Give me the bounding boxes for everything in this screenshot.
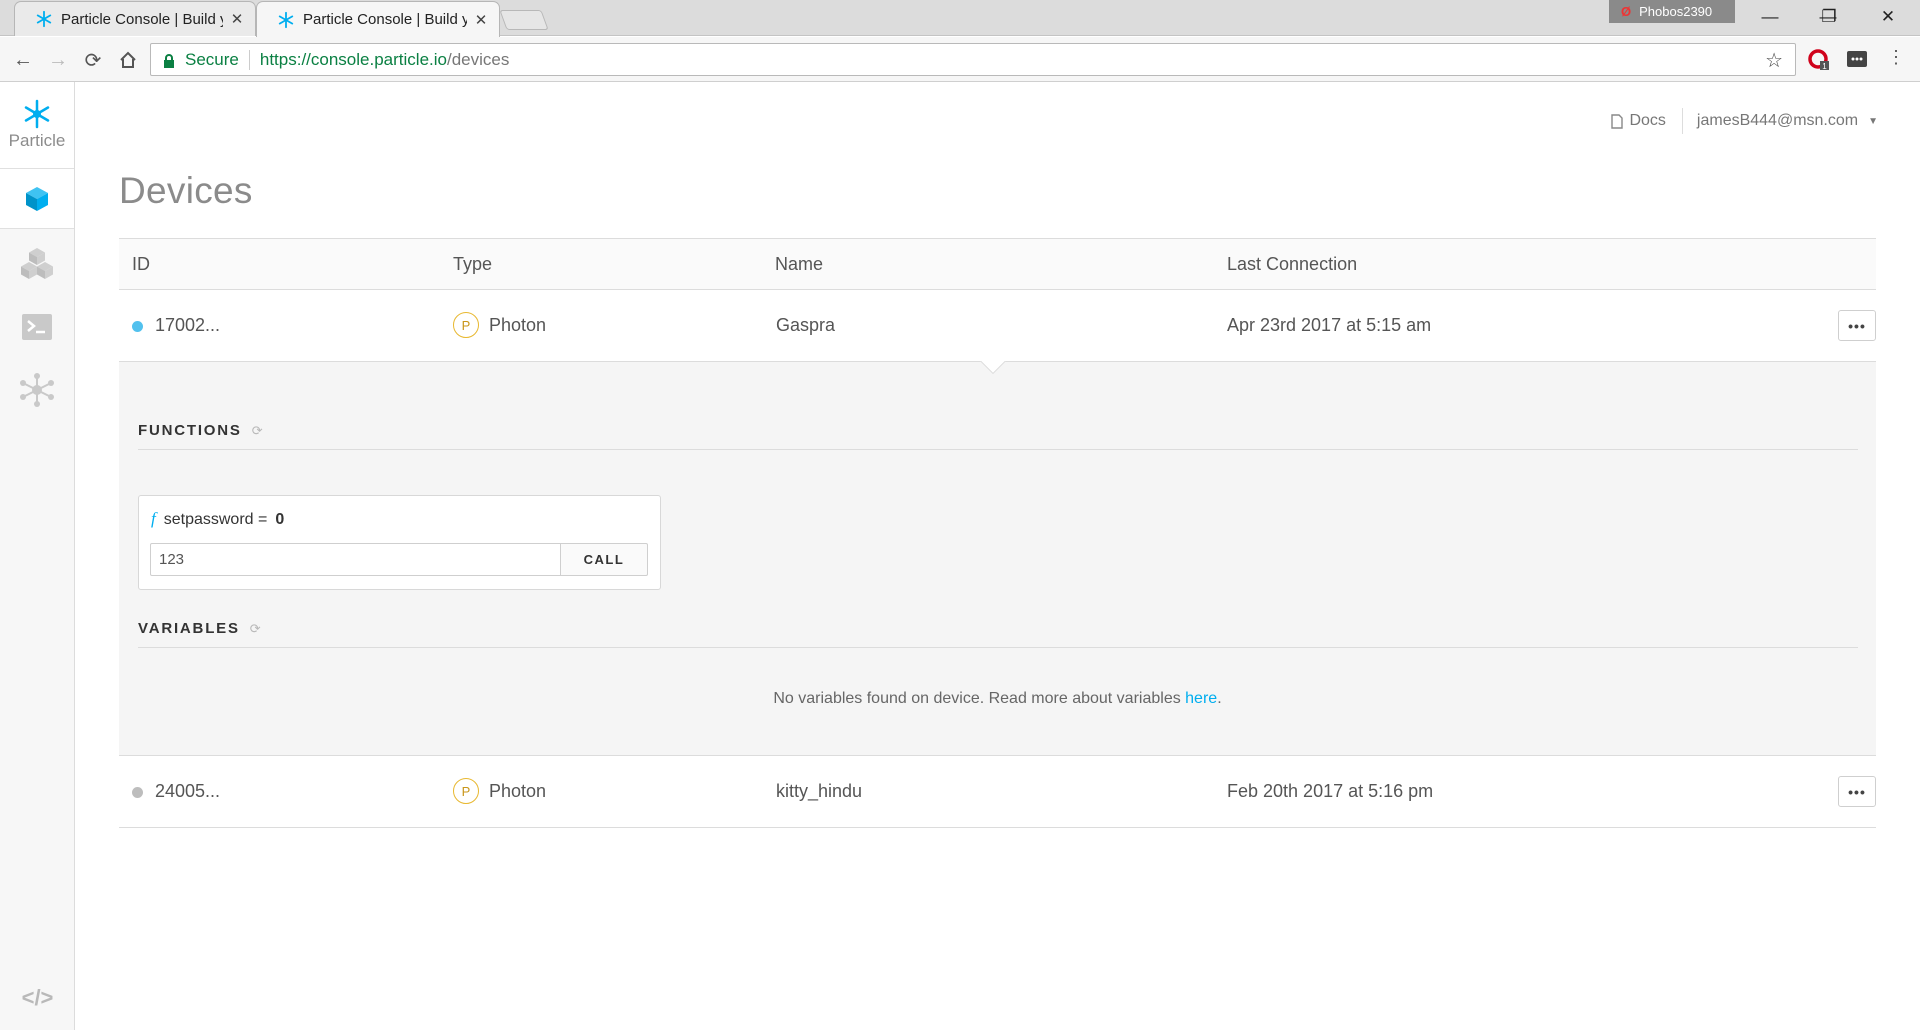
call-function-button[interactable]: CALL	[560, 543, 648, 576]
account-header: Docs jamesB444@msn.com ▼	[1611, 108, 1878, 134]
column-header-last-connection: Last Connection	[1227, 254, 1358, 274]
details-pointer	[979, 361, 1007, 375]
network-hub-icon	[20, 372, 54, 407]
profile-icon: Ø	[1621, 4, 1632, 19]
variables-heading: VARIABLES	[138, 620, 240, 637]
table-row[interactable]: 17002... P Photon Gaspra Apr 23rd 2017 a…	[119, 290, 1876, 362]
browser-toolbar: ← → ⟳ Secure https://console.particle.io…	[0, 37, 1920, 82]
tab-close-icon[interactable]: ✕	[473, 11, 489, 29]
functions-section-header: FUNCTIONS ⟳	[138, 422, 1858, 450]
browser-tab-active[interactable]: Particle Console | Build y ✕	[256, 1, 500, 37]
user-email: jamesB444@msn.com	[1696, 112, 1859, 129]
device-type-label: Photon	[489, 314, 547, 335]
sidebar-item-devices[interactable]	[0, 169, 74, 229]
particle-star-icon	[24, 99, 50, 129]
code-embed-icon[interactable]: </>	[0, 978, 75, 1018]
photon-badge-icon: P	[453, 778, 479, 804]
device-details-panel: FUNCTIONS ⟳ f setpassword = 0 CALL VARIA…	[119, 362, 1876, 756]
last-connection: Feb 20th 2017 at 5:16 pm	[1227, 781, 1434, 801]
caret-down-icon: ▼	[1868, 115, 1878, 127]
tab-close-icon[interactable]: ✕	[229, 10, 245, 28]
status-dot	[132, 321, 143, 332]
device-id: 24005...	[155, 781, 221, 801]
table-row[interactable]: 24005... P Photon kitty_hindu Feb 20th 2…	[119, 756, 1876, 828]
browser-tab[interactable]: Particle Console | Build y ✕	[14, 1, 256, 36]
function-argument-input[interactable]	[150, 543, 561, 576]
brand-name: Particle	[8, 131, 66, 150]
refresh-icon[interactable]: ⟳	[250, 621, 261, 637]
restore-icon: ❐	[1821, 7, 1837, 26]
no-variables-text: No variables found on device. Read more …	[773, 690, 1186, 707]
page-title: Devices	[119, 170, 253, 211]
variables-docs-link[interactable]: here	[1185, 690, 1217, 707]
lock-icon	[163, 53, 175, 68]
forward-arrow-icon[interactable]: →	[43, 45, 73, 75]
column-header-name: Name	[775, 254, 824, 274]
more-options-button[interactable]: •••	[1838, 310, 1876, 341]
particle-logo[interactable]: Particle	[0, 82, 74, 169]
last-connection: Apr 23rd 2017 at 5:15 am	[1227, 315, 1432, 335]
device-name: kitty_hindu	[776, 781, 863, 801]
function-name: setpassword =	[163, 511, 268, 528]
sidebar-item-console[interactable]	[0, 295, 74, 358]
sidebar: Particle </>	[0, 82, 75, 1030]
bookmark-star-icon[interactable]: ☆	[1765, 48, 1783, 73]
url-path: /devices	[446, 49, 510, 69]
device-name: Gaspra	[776, 315, 836, 335]
function-icon: f	[151, 509, 156, 528]
docs-label: Docs	[1629, 112, 1666, 129]
device-type: P Photon	[453, 312, 546, 338]
variables-section-header: VARIABLES ⟳	[138, 620, 1858, 648]
device-type: P Photon	[453, 778, 546, 804]
user-menu[interactable]: jamesB444@msn.com ▼	[1697, 112, 1878, 130]
restore-window-button[interactable]: ❐	[1799, 0, 1859, 34]
device-type-label: Photon	[489, 780, 547, 801]
sidebar-item-integrations[interactable]	[0, 358, 74, 421]
no-variables-end: .	[1217, 690, 1222, 707]
docs-link[interactable]: Docs	[1611, 108, 1683, 134]
svg-text:1: 1	[1822, 62, 1827, 71]
reload-icon[interactable]: ⟳	[78, 45, 108, 75]
no-variables-message: No variables found on device. Read more …	[119, 690, 1876, 708]
status-dot	[132, 787, 143, 798]
stacked-cubes-icon	[21, 247, 53, 279]
browser-menu-icon[interactable]: ⋮	[1887, 47, 1909, 69]
column-header-id: ID	[132, 254, 150, 274]
cube-icon	[26, 186, 48, 211]
particle-favicon-icon	[278, 11, 294, 28]
column-header-type: Type	[453, 254, 493, 274]
minimize-window-button[interactable]: —	[1740, 0, 1800, 34]
sidebar-item-products[interactable]	[0, 232, 74, 295]
messages-extension-icon[interactable]	[1846, 49, 1868, 71]
address-bar[interactable]: Secure https://console.particle.io/devic…	[150, 43, 1796, 76]
new-tab-button[interactable]	[499, 10, 549, 30]
function-label: f setpassword = 0	[151, 509, 284, 529]
address-divider	[248, 49, 250, 70]
table-header: ID Type Name Last Connection	[119, 238, 1876, 290]
tab-title: Particle Console | Build y	[61, 10, 223, 28]
device-id: 17002...	[155, 315, 221, 335]
photon-badge-icon: P	[453, 312, 479, 338]
more-options-button[interactable]: •••	[1838, 776, 1876, 807]
devices-table: ID Type Name Last Connection 17002... P …	[119, 238, 1876, 828]
profile-badge[interactable]: Ø Phobos2390	[1609, 0, 1735, 23]
home-icon[interactable]	[113, 45, 143, 75]
close-icon: ✕	[1880, 7, 1896, 26]
profile-name: Phobos2390	[1639, 4, 1713, 19]
refresh-icon[interactable]: ⟳	[252, 423, 263, 439]
document-icon	[1611, 113, 1624, 129]
browser-tab-bar: Particle Console | Build y ✕ Particle Co…	[0, 0, 1920, 37]
opera-extension-icon[interactable]: 1	[1808, 49, 1830, 71]
close-window-button[interactable]: ✕	[1858, 0, 1918, 34]
tab-title: Particle Console | Build y	[303, 11, 467, 28]
secure-label: Secure	[185, 49, 239, 69]
back-arrow-icon[interactable]: ←	[8, 45, 38, 75]
function-result: 0	[275, 511, 285, 528]
terminal-icon	[22, 313, 52, 340]
function-card: f setpassword = 0 CALL	[138, 495, 661, 590]
particle-favicon-icon	[36, 10, 52, 28]
url-host: https://console.particle.io	[259, 49, 447, 69]
functions-heading: FUNCTIONS	[138, 422, 242, 439]
minimize-icon: —	[1761, 7, 1779, 26]
